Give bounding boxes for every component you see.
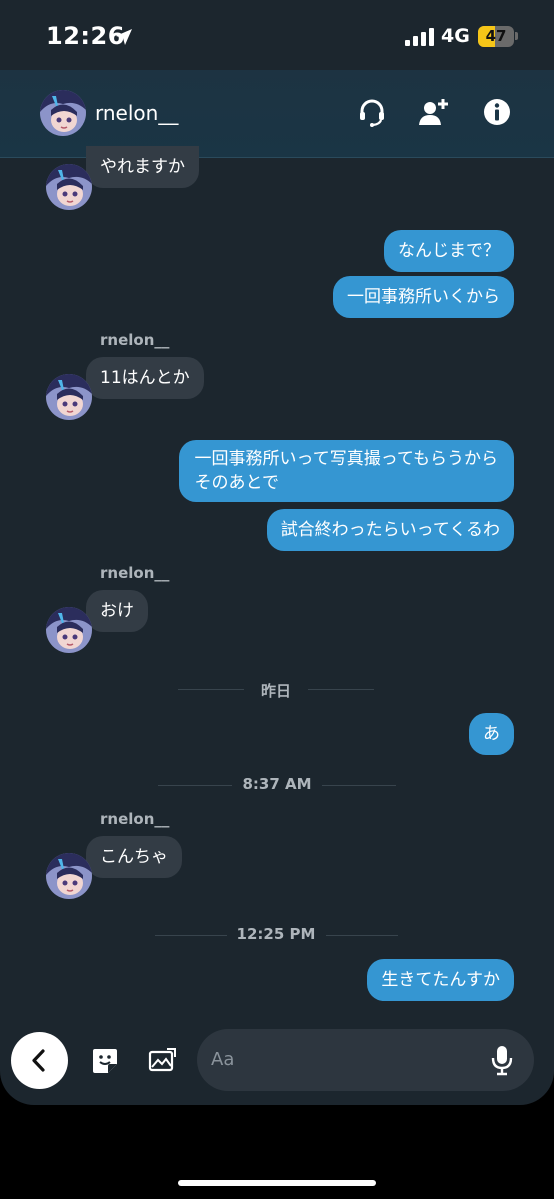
message-outgoing[interactable]: なんじまで？ [384, 230, 514, 272]
message-line: そのあとで [194, 473, 280, 493]
add-user-icon[interactable] [417, 96, 449, 128]
home-indicator[interactable] [178, 1180, 376, 1186]
headset-icon[interactable] [356, 96, 388, 128]
divider-line [178, 689, 244, 690]
battery-nub [515, 32, 518, 40]
back-button[interactable] [11, 1032, 68, 1089]
message-line: 一回事務所いって写真撮ってもらうから [194, 449, 498, 469]
time-divider: 8:37 AM [242, 775, 312, 793]
battery-icon: 47 [478, 26, 514, 47]
network-type: 4G [441, 25, 470, 47]
date-divider: 昨日 [260, 682, 291, 700]
message-incoming[interactable]: おけ [86, 590, 148, 632]
status-bar: 12:26 4G 47 [0, 0, 554, 70]
location-arrow-icon [116, 29, 132, 45]
avatar[interactable] [46, 374, 92, 420]
chat-screen: 12:26 4G 47 rnelon__ やれますか なんじまで？ 一回事務所い… [0, 0, 554, 1105]
message-outgoing[interactable]: 生きてたんすか [367, 959, 514, 1001]
divider-line [155, 935, 227, 936]
sender-name: rnelon__ [100, 810, 170, 828]
time-divider: 12:25 PM [236, 925, 316, 943]
message-incoming[interactable]: やれますか [86, 146, 199, 188]
avatar[interactable] [46, 853, 92, 899]
microphone-icon[interactable] [490, 1044, 514, 1076]
avatar[interactable] [40, 90, 86, 136]
sender-name: rnelon__ [100, 331, 170, 349]
battery-level: 47 [485, 27, 507, 45]
image-icon[interactable] [147, 1046, 177, 1076]
divider-line [326, 935, 398, 936]
message-incoming[interactable]: こんちゃ [86, 836, 182, 878]
message-input[interactable]: Aa [197, 1029, 534, 1091]
chat-header: rnelon__ [0, 70, 554, 158]
composer-bar: Aa [0, 1020, 554, 1105]
sender-name: rnelon__ [100, 564, 170, 582]
avatar[interactable] [46, 164, 92, 210]
divider-line [322, 785, 396, 786]
header-username[interactable]: rnelon__ [95, 101, 178, 125]
sticker-icon[interactable] [90, 1046, 120, 1076]
message-outgoing[interactable]: あ [469, 713, 514, 755]
message-outgoing[interactable]: 一回事務所いくから [333, 276, 514, 318]
signal-bars-icon [405, 28, 434, 46]
divider-line [308, 689, 374, 690]
message-input-placeholder: Aa [211, 1049, 235, 1070]
avatar[interactable] [46, 607, 92, 653]
divider-line [158, 785, 232, 786]
back-chevron-icon [32, 1049, 45, 1072]
message-outgoing-multiline[interactable]: 一回事務所いって写真撮ってもらうから そのあとで [178, 440, 514, 502]
message-incoming[interactable]: 11はんとか [86, 357, 204, 399]
info-icon[interactable] [481, 96, 513, 128]
message-outgoing[interactable]: 試合終わったらいってくるわ [266, 509, 514, 551]
